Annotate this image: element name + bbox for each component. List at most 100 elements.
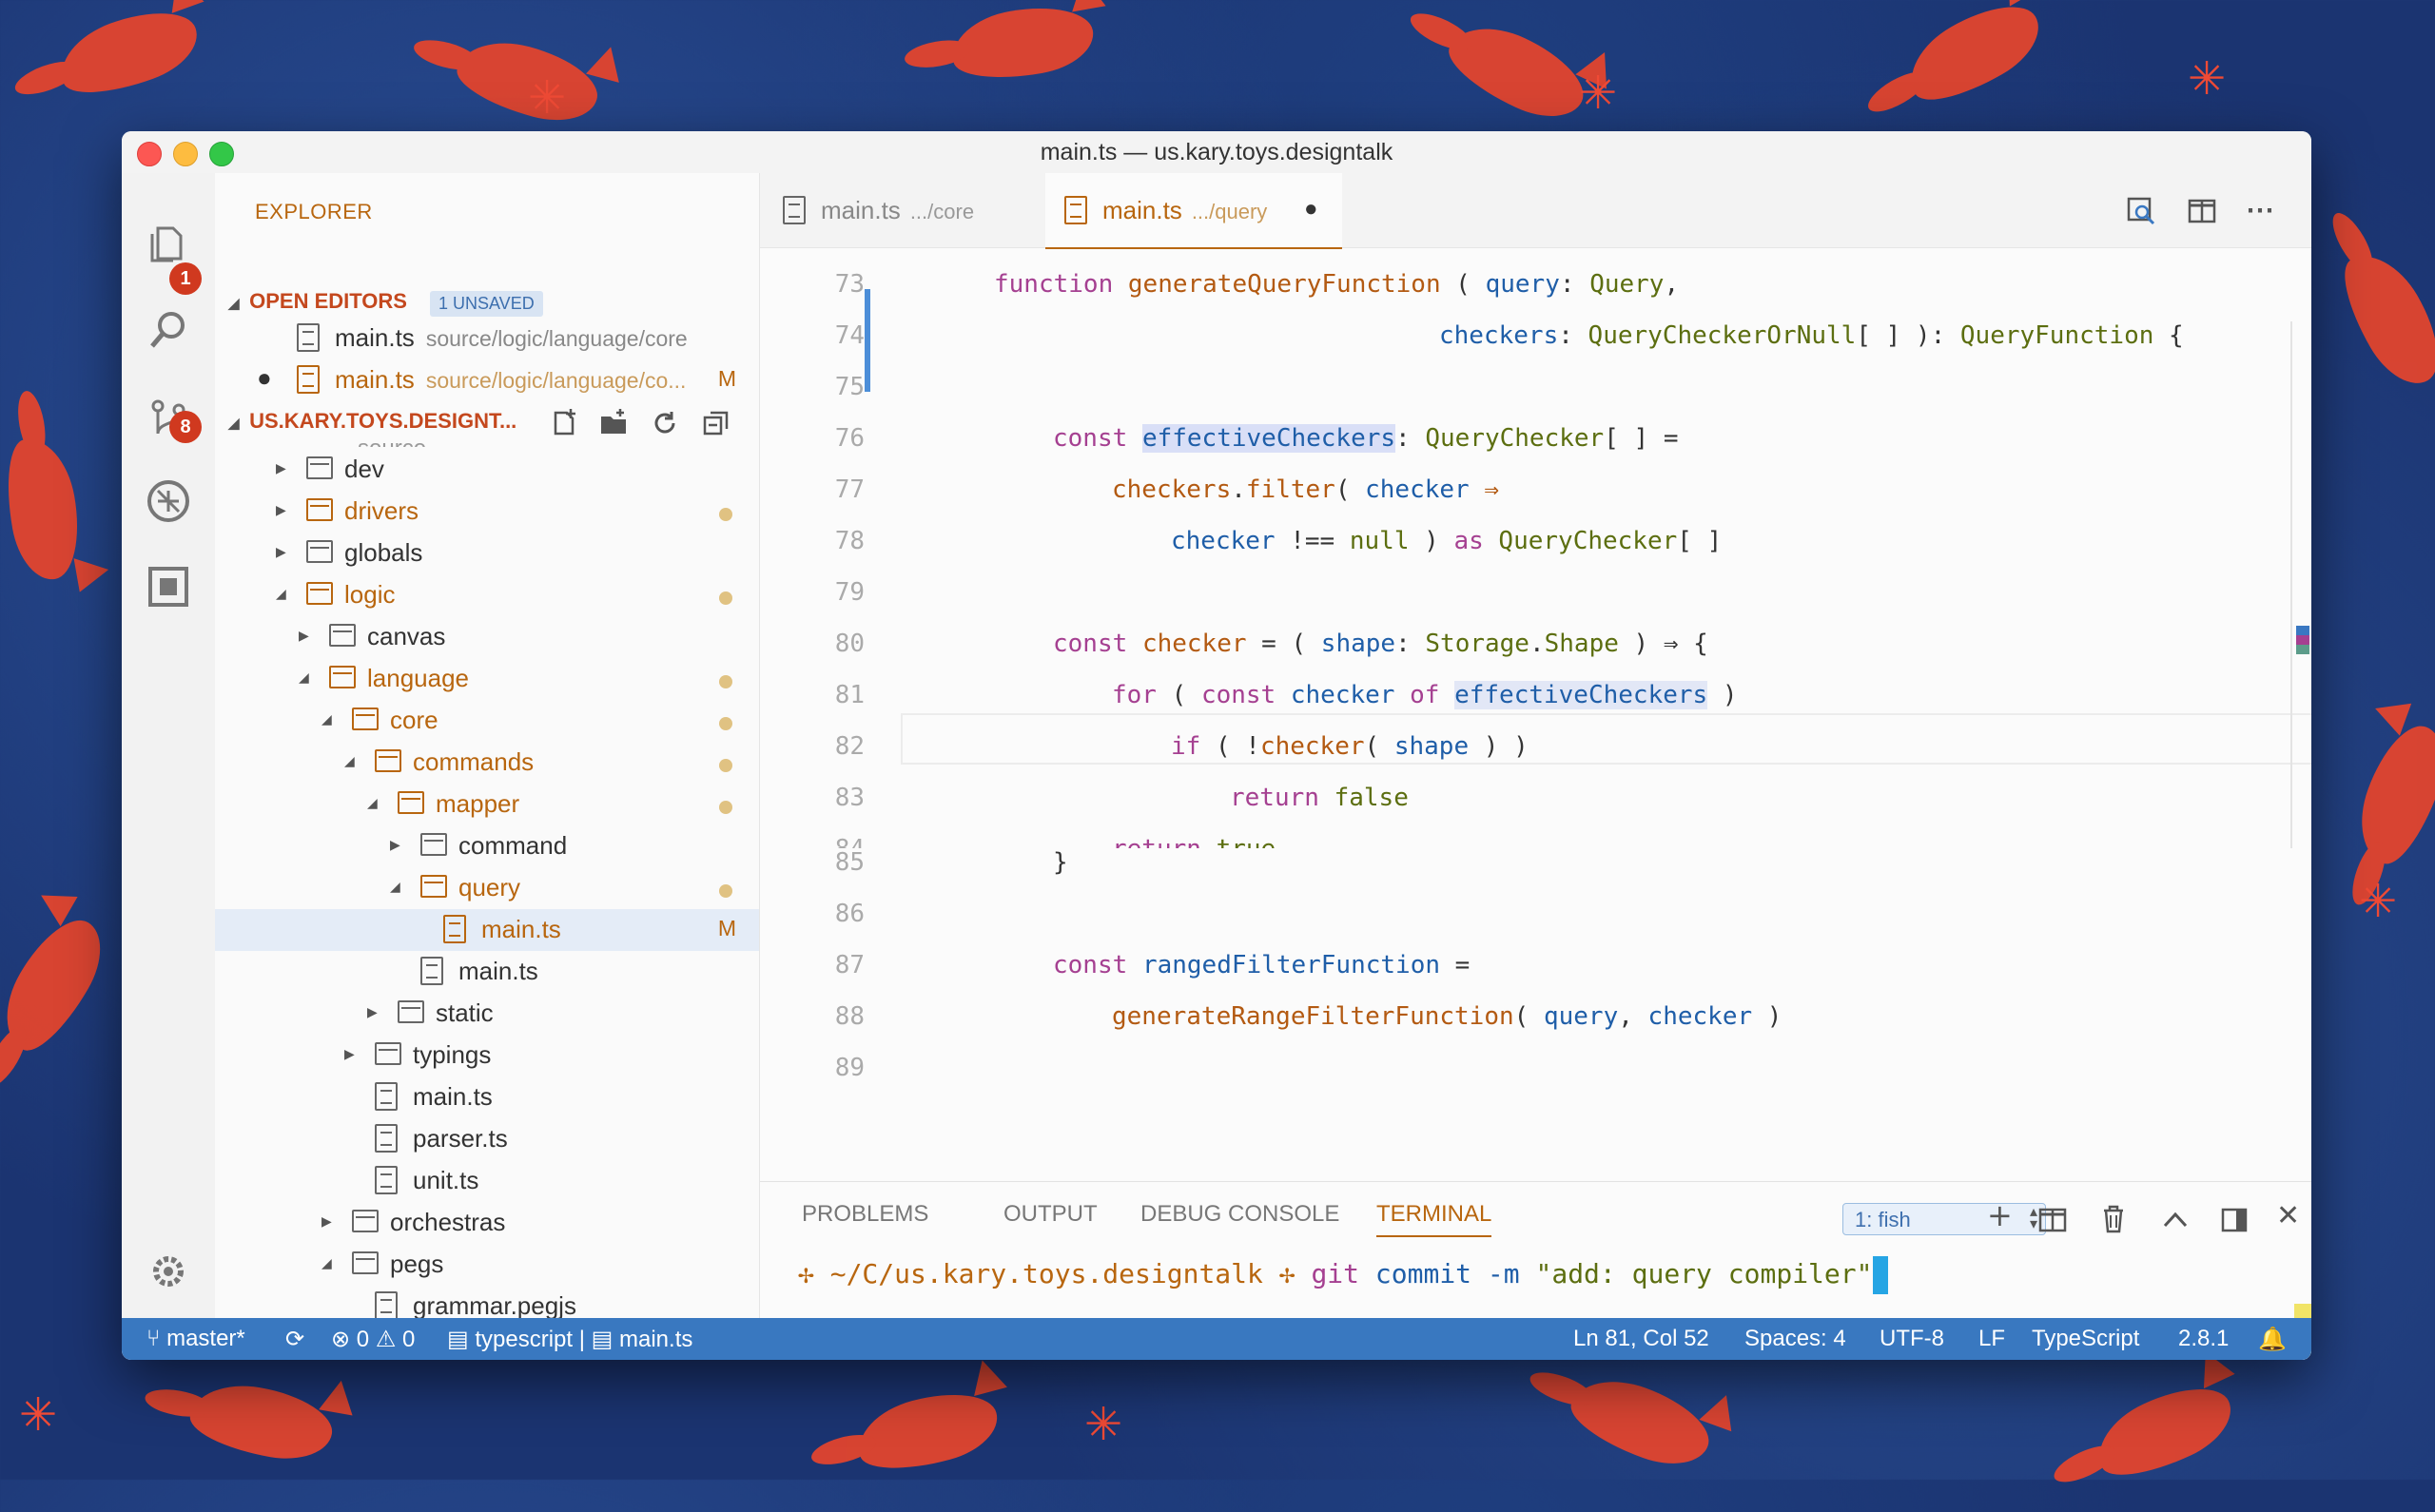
tree-folder[interactable]: ◢ commands	[215, 742, 759, 784]
terminal-select[interactable]: 1: fish ▴ ▾	[1842, 1203, 2046, 1235]
tree-folder[interactable]: ▶ dev	[215, 449, 759, 491]
encoding[interactable]: UTF-8	[1880, 1326, 1944, 1352]
code-editor[interactable]: 73 74 75 76 77 78 79 80 81 82 83 84 func…	[760, 247, 2311, 848]
tree-folder[interactable]: ▶ globals	[215, 533, 759, 574]
open-editors-header[interactable]: ◢ OPEN EDITORS	[228, 289, 407, 314]
sync-icon[interactable]: ⟳	[285, 1326, 304, 1352]
open-editor-path: source/logic/language/core	[425, 326, 688, 351]
open-changes-icon[interactable]	[2126, 196, 2156, 231]
git-branch[interactable]: ⑂ master*	[146, 1326, 245, 1352]
tree-folder[interactable]: ◢ language	[215, 658, 759, 700]
tree-label: main.ts	[413, 1082, 493, 1111]
code-line-84: return true	[1112, 835, 1276, 848]
explorer-icon[interactable]	[145, 221, 192, 268]
chevron-down-icon: ◢	[321, 711, 332, 727]
line-number: 77	[834, 475, 865, 504]
tree-file-selected[interactable]: main.ts M	[215, 909, 759, 951]
tree-folder[interactable]: ◢ query	[215, 867, 759, 909]
tree-file[interactable]: unit.ts	[215, 1160, 759, 1202]
settings-gear-icon[interactable]	[145, 1248, 192, 1295]
tok: (	[1156, 681, 1201, 709]
file-icon	[443, 915, 466, 943]
debug-icon[interactable]	[145, 477, 192, 525]
file-icon	[783, 196, 806, 224]
toggle-panel-position-icon[interactable]	[2221, 1207, 2248, 1238]
editor-scrollbar[interactable]	[2290, 321, 2292, 848]
typescript-version[interactable]: 2.8.1	[2178, 1326, 2229, 1352]
tab-terminal[interactable]: TERMINAL	[1376, 1201, 1492, 1237]
more-actions-icon[interactable]: ⋯	[2246, 194, 2274, 227]
fox-decoration	[49, 0, 207, 108]
tab-debug-console[interactable]: DEBUG CONSOLE	[1140, 1201, 1339, 1228]
tok: Storage	[1425, 630, 1529, 658]
tok: query	[1485, 270, 1560, 299]
code-line-82: if ( !checker( shape ) )	[1171, 732, 1529, 761]
error-count: 0	[356, 1327, 370, 1352]
tree-folder[interactable]: ▶ canvas	[215, 616, 759, 658]
trash-icon[interactable]	[2101, 1205, 2126, 1238]
line-number: 80	[834, 630, 865, 658]
indentation[interactable]: Spaces: 4	[1744, 1326, 1846, 1352]
tab-output[interactable]: OUTPUT	[1003, 1201, 1098, 1228]
tree-folder[interactable]: ◢ logic	[215, 574, 759, 616]
new-file-button[interactable]	[550, 409, 578, 442]
problems-summary[interactable]: ⊗ 0 ⚠ 0	[331, 1326, 415, 1353]
tok: ) ⇒ {	[1618, 630, 1708, 658]
fox-decoration	[185, 1376, 338, 1467]
maximize-panel-icon[interactable]	[2162, 1209, 2189, 1234]
line-number: 83	[834, 784, 865, 812]
star-decoration: ✳	[528, 71, 567, 125]
language-mode-indicator[interactable]: ▤ typescript | ▤ main.ts	[447, 1326, 692, 1353]
terminal-prompt[interactable]: ✢ ~/C/us.kary.toys.designtalk ✢ git comm…	[798, 1256, 1888, 1294]
star-decoration: ✳	[1579, 67, 1618, 120]
search-icon[interactable]	[145, 306, 192, 354]
new-folder-button[interactable]	[599, 409, 628, 442]
modified-dot	[719, 508, 732, 521]
tok: checker	[1171, 527, 1276, 555]
split-terminal-icon[interactable]	[2038, 1207, 2067, 1238]
file-icon: ▤	[591, 1327, 614, 1352]
tok: checker	[1259, 732, 1365, 761]
tok: generateRangeFilterFunction	[1112, 1002, 1514, 1031]
tab-problems[interactable]: PROBLEMS	[802, 1201, 928, 1228]
tree-file[interactable]: parser.ts	[215, 1118, 759, 1160]
extensions-icon[interactable]	[145, 563, 192, 611]
tree-folder[interactable]: ▶ command	[215, 825, 759, 867]
editor-group: main.ts .../core main.ts .../query ● ⋯ 7…	[760, 173, 2311, 1360]
open-editor-item[interactable]: ● main.ts source/logic/language/co... M	[215, 359, 759, 401]
code-editor-lower[interactable]: 85 86 87 88 89 } const rangedFilterFunct…	[760, 848, 2311, 1134]
tok: const	[1200, 681, 1276, 709]
unsaved-dot-icon[interactable]: ●	[1304, 196, 1318, 223]
tree-folder[interactable]: ◢ pegs	[215, 1244, 759, 1286]
tree-folder[interactable]: ▶ orchestras	[215, 1202, 759, 1244]
activity-bar: 1 8	[122, 173, 216, 1360]
project-header[interactable]: ◢ US.KARY.TOYS.DESIGNT...	[228, 409, 516, 434]
tree-folder[interactable]: ▶ drivers	[215, 491, 759, 533]
line-number: 75	[834, 373, 865, 401]
tree-file[interactable]: main.ts	[215, 951, 759, 993]
tree-folder[interactable]: ◢ mapper	[215, 784, 759, 825]
collapse-all-button[interactable]	[702, 409, 730, 442]
star-decoration: ✳	[19, 1388, 58, 1442]
language-indicator[interactable]: TypeScript	[2032, 1326, 2139, 1352]
tok: checker	[1276, 681, 1411, 709]
tree-file[interactable]: main.ts	[215, 1076, 759, 1118]
tree-folder[interactable]: ◢ core	[215, 700, 759, 742]
tree-label: drivers	[344, 496, 419, 525]
tree-folder[interactable]: ▶ typings	[215, 1035, 759, 1076]
cursor-position[interactable]: Ln 81, Col 52	[1573, 1326, 1709, 1352]
end-of-line[interactable]: LF	[1978, 1326, 2005, 1352]
open-editor-item[interactable]: main.ts source/logic/language/core	[215, 318, 759, 359]
close-panel-icon[interactable]: ✕	[2276, 1199, 2300, 1232]
split-editor-icon[interactable]	[2187, 196, 2217, 231]
add-terminal-icon[interactable]: +	[1987, 1197, 2013, 1233]
notifications-bell-icon[interactable]: 🔔	[2258, 1326, 2287, 1352]
tab-main-query[interactable]: main.ts .../query ●	[1045, 173, 1342, 249]
tree-folder[interactable]: ▶ static	[215, 993, 759, 1035]
refresh-button[interactable]	[651, 409, 679, 442]
tok: Shape	[1544, 630, 1619, 658]
modified-dot	[719, 801, 732, 814]
tab-main-core[interactable]: main.ts .../core	[760, 173, 1045, 247]
tree-label: globals	[344, 538, 423, 567]
chevron-right-icon: ▶	[344, 1046, 355, 1061]
